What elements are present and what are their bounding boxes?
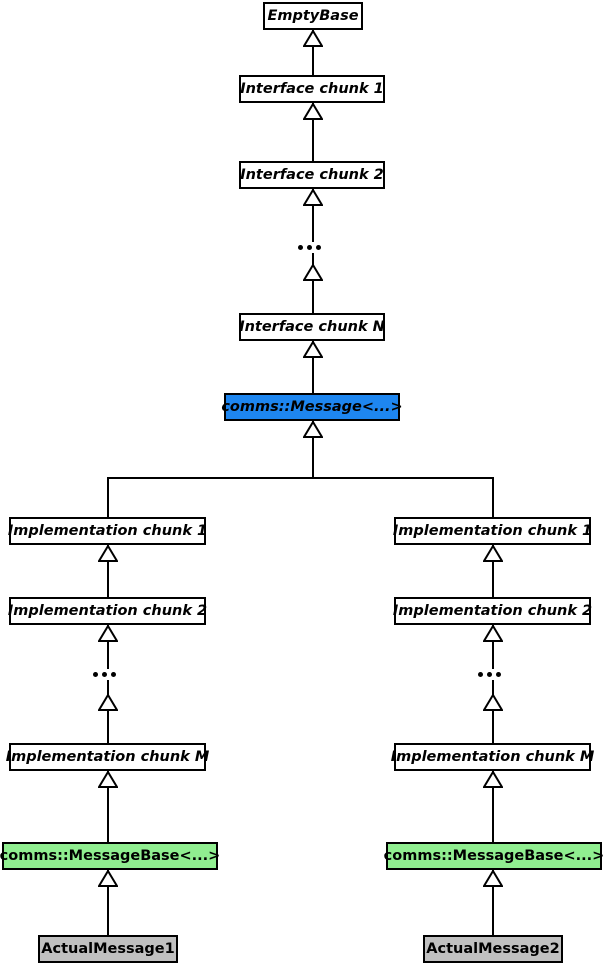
node-left-comms-message-base[interactable]: comms::MessageBase<...> <box>0 842 220 870</box>
ellipsis-dot <box>487 672 492 677</box>
generalization-arrow-comms-message <box>303 421 323 438</box>
generalization-arrow-left-comms-message-base <box>98 870 118 887</box>
ellipsis-dot <box>478 672 483 677</box>
node-interface-chunk-n[interactable]: Interface chunk N <box>239 313 385 341</box>
ellipsis-dot <box>102 672 107 677</box>
ellipsis-dot <box>298 245 303 250</box>
node-right-implementation-chunk-2[interactable]: Implementation chunk 2 <box>393 597 592 625</box>
generalization-arrow-right-comms-message-base <box>483 870 503 887</box>
ellipsis-interface-chain <box>296 242 323 253</box>
node-actual-message-2[interactable]: ActualMessage2 <box>423 935 563 963</box>
generalization-arrow-interface-ellipsis <box>303 264 323 281</box>
edge-fork-right-drop <box>492 477 494 517</box>
generalization-arrow-emptybase <box>303 30 323 47</box>
generalization-arrow-right-implementation-ellipsis <box>483 694 503 711</box>
node-comms-message[interactable]: comms::Message<...> <box>221 393 403 421</box>
node-interface-chunk-2[interactable]: Interface chunk 2 <box>239 161 385 189</box>
generalization-arrow-interface-chunk-n <box>303 341 323 358</box>
node-left-implementation-chunk-1[interactable]: Implementation chunk 1 <box>8 517 207 545</box>
node-right-comms-message-base[interactable]: comms::MessageBase<...> <box>384 842 604 870</box>
generalization-arrow-left-implementation-chunk-m <box>98 771 118 788</box>
node-actual-message-1[interactable]: ActualMessage1 <box>38 935 178 963</box>
generalization-arrow-right-implementation-chunk-m <box>483 771 503 788</box>
ellipsis-dot <box>496 672 501 677</box>
ellipsis-dot <box>307 245 312 250</box>
edge-fork-left-drop <box>107 477 109 517</box>
node-interface-chunk-1[interactable]: Interface chunk 1 <box>239 75 385 103</box>
edge-left-implM-to-impl2 <box>107 625 109 743</box>
generalization-arrow-left-implementation-chunk-2 <box>98 625 118 642</box>
generalization-arrow-interface-chunk-1 <box>303 103 323 120</box>
edge-fork-crossbar <box>107 477 494 479</box>
ellipsis-left-implementation-chain <box>91 669 118 680</box>
node-left-implementation-chunk-m[interactable]: Implementation chunk M <box>6 743 209 771</box>
edge-right-implM-to-impl2 <box>492 625 494 743</box>
generalization-arrow-left-implementation-chunk-1 <box>98 545 118 562</box>
generalization-arrow-right-implementation-chunk-1 <box>483 545 503 562</box>
generalization-arrow-left-implementation-ellipsis <box>98 694 118 711</box>
node-right-implementation-chunk-m[interactable]: Implementation chunk M <box>391 743 594 771</box>
ellipsis-dot <box>316 245 321 250</box>
node-right-implementation-chunk-1[interactable]: Implementation chunk 1 <box>393 517 592 545</box>
node-empty-base[interactable]: EmptyBase <box>263 2 363 30</box>
ellipsis-right-implementation-chain <box>476 669 503 680</box>
inheritance-diagram: EmptyBase Interface chunk 1 Interface ch… <box>0 0 604 966</box>
ellipsis-dot <box>111 672 116 677</box>
ellipsis-dot <box>93 672 98 677</box>
generalization-arrow-right-implementation-chunk-2 <box>483 625 503 642</box>
generalization-arrow-interface-chunk-2 <box>303 189 323 206</box>
node-left-implementation-chunk-2[interactable]: Implementation chunk 2 <box>8 597 207 625</box>
